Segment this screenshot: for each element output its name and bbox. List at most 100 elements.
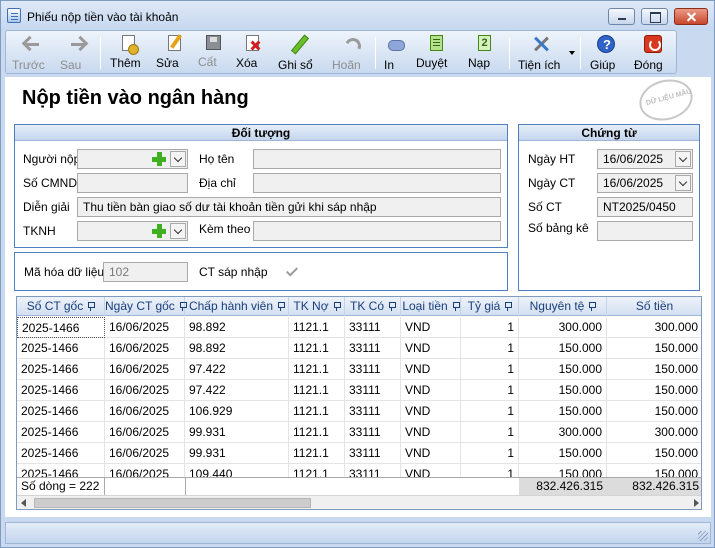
table-cell[interactable]: 16/06/2025 [105, 443, 185, 464]
table-cell[interactable]: 33111 [345, 380, 401, 401]
so-bang-ke-field[interactable] [597, 221, 693, 241]
table-cell[interactable]: VND [401, 422, 461, 443]
ngay-ht-picker[interactable]: 16/06/2025 [597, 149, 693, 169]
table-row[interactable]: 2025-1466 16/06/2025 97.422 1121.1 33111 VND 1… [17, 359, 701, 380]
pin-icon[interactable] [588, 302, 597, 311]
table-row[interactable]: 2025-1466 16/06/2025 98.892 1121.1 33111 VND 1… [17, 338, 701, 359]
column-header[interactable]: Loại tiền [401, 297, 461, 316]
table-cell[interactable]: 150.000 [607, 380, 701, 401]
chevron-down-icon[interactable] [170, 223, 186, 239]
table-cell[interactable]: 97.422 [185, 380, 289, 401]
table-cell[interactable]: 1 [461, 359, 519, 380]
add-icon[interactable] [151, 223, 167, 239]
table-cell[interactable]: 1 [461, 443, 519, 464]
scroll-left-icon[interactable] [21, 499, 26, 507]
table-cell[interactable]: VND [401, 401, 461, 422]
table-cell[interactable]: 300.000 [607, 422, 701, 443]
so-cmnd-field[interactable] [77, 173, 188, 193]
table-cell[interactable]: 2025-1466 [17, 317, 105, 338]
table-cell[interactable]: 98.892 [185, 317, 289, 338]
chevron-down-icon[interactable] [675, 151, 691, 167]
table-cell[interactable]: 33111 [345, 338, 401, 359]
utilities-button[interactable]: Tiện ích [518, 33, 564, 73]
minimize-button[interactable] [608, 8, 635, 25]
table-cell[interactable]: 150.000 [607, 338, 701, 359]
ct-sap-nhap-checkbox[interactable] [285, 265, 298, 278]
column-header[interactable]: Số tiền [607, 297, 701, 316]
add-button[interactable]: Thêm [110, 33, 146, 73]
pin-icon[interactable] [333, 302, 341, 311]
table-cell[interactable]: 150.000 [519, 380, 607, 401]
table-cell[interactable]: 16/06/2025 [105, 359, 185, 380]
table-cell[interactable]: VND [401, 317, 461, 338]
table-cell[interactable]: 33111 [345, 359, 401, 380]
kem-theo-field[interactable] [253, 221, 501, 241]
chevron-down-icon[interactable] [569, 51, 575, 55]
table-cell[interactable]: 1 [461, 338, 519, 359]
pin-icon[interactable] [87, 302, 96, 311]
table-cell[interactable]: 33111 [345, 317, 401, 338]
previous-button[interactable]: Trước [12, 33, 52, 73]
close-button[interactable]: Đóng [634, 33, 672, 73]
table-cell[interactable]: 99.931 [185, 443, 289, 464]
table-cell[interactable]: 1121.1 [289, 380, 345, 401]
table-row[interactable]: 2025-1466 16/06/2025 106.929 1121.1 33111 VND… [17, 401, 701, 422]
table-cell[interactable]: 1121.1 [289, 338, 345, 359]
pin-icon[interactable] [388, 302, 396, 311]
chevron-down-icon[interactable] [675, 175, 691, 191]
close-window-button[interactable] [674, 8, 708, 25]
table-cell[interactable]: 33111 [345, 401, 401, 422]
scroll-right-icon[interactable] [694, 499, 699, 507]
table-cell[interactable]: 150.000 [519, 401, 607, 422]
column-header[interactable]: TK Nợ [289, 297, 345, 316]
table-cell[interactable]: 98.892 [185, 338, 289, 359]
table-cell[interactable]: 300.000 [519, 317, 607, 338]
table-row[interactable]: 2025-1466 16/06/2025 99.931 1121.1 33111 VND 1… [17, 443, 701, 464]
table-cell[interactable]: 1121.1 [289, 359, 345, 380]
tknh-combo[interactable] [77, 221, 188, 241]
table-cell[interactable]: 1121.1 [289, 443, 345, 464]
table-cell[interactable]: 2025-1466 [17, 422, 105, 443]
table-cell[interactable]: 33111 [345, 443, 401, 464]
table-cell[interactable]: 2025-1466 [17, 380, 105, 401]
nguoi-nop-combo[interactable] [77, 149, 188, 169]
reload-button[interactable]: Nạp [468, 33, 500, 73]
horizontal-scrollbar[interactable] [17, 495, 701, 509]
ngay-ct-picker[interactable]: 16/06/2025 [597, 173, 693, 193]
table-cell[interactable]: 2025-1466 [17, 338, 105, 359]
save-button[interactable]: Cất [198, 33, 228, 73]
table-cell[interactable]: VND [401, 359, 461, 380]
pin-icon[interactable] [277, 302, 286, 311]
table-cell[interactable]: VND [401, 380, 461, 401]
table-cell[interactable]: 106.929 [185, 401, 289, 422]
table-cell[interactable]: 16/06/2025 [105, 380, 185, 401]
pin-icon[interactable] [452, 302, 460, 311]
table-cell[interactable]: 150.000 [607, 443, 701, 464]
table-cell[interactable]: 16/06/2025 [105, 422, 185, 443]
table-cell[interactable]: 1 [461, 422, 519, 443]
maximize-button[interactable] [641, 8, 668, 25]
table-cell[interactable]: 150.000 [519, 443, 607, 464]
next-button[interactable]: Sau [60, 33, 96, 73]
dia-chi-field[interactable] [253, 173, 501, 193]
post-ledger-button[interactable]: Ghi sổ [278, 33, 320, 73]
table-row[interactable]: 2025-1466 16/06/2025 97.422 1121.1 33111 VND 1… [17, 380, 701, 401]
table-cell[interactable]: 33111 [345, 422, 401, 443]
table-cell[interactable]: 1121.1 [289, 401, 345, 422]
table-row[interactable]: 2025-1466 16/06/2025 99.931 1121.1 33111 VND 1… [17, 422, 701, 443]
table-cell[interactable]: VND [401, 338, 461, 359]
column-header[interactable]: Ngày CT gốc [105, 297, 187, 316]
chevron-down-icon[interactable] [170, 151, 186, 167]
dien-giai-field[interactable]: Thu tiền bàn giao số dư tài khoản tiền g… [77, 197, 501, 217]
print-button[interactable]: In [384, 33, 408, 73]
table-cell[interactable]: 150.000 [607, 401, 701, 422]
add-icon[interactable] [151, 151, 167, 167]
column-header[interactable]: Tỷ giá [461, 297, 519, 316]
help-button[interactable]: Giúp [590, 33, 622, 73]
table-cell[interactable]: 2025-1466 [17, 401, 105, 422]
table-cell[interactable]: 150.000 [607, 359, 701, 380]
table-cell[interactable]: 99.931 [185, 422, 289, 443]
table-cell[interactable]: 16/06/2025 [105, 338, 185, 359]
table-cell[interactable]: 16/06/2025 [105, 401, 185, 422]
table-cell[interactable]: 1121.1 [289, 317, 345, 338]
